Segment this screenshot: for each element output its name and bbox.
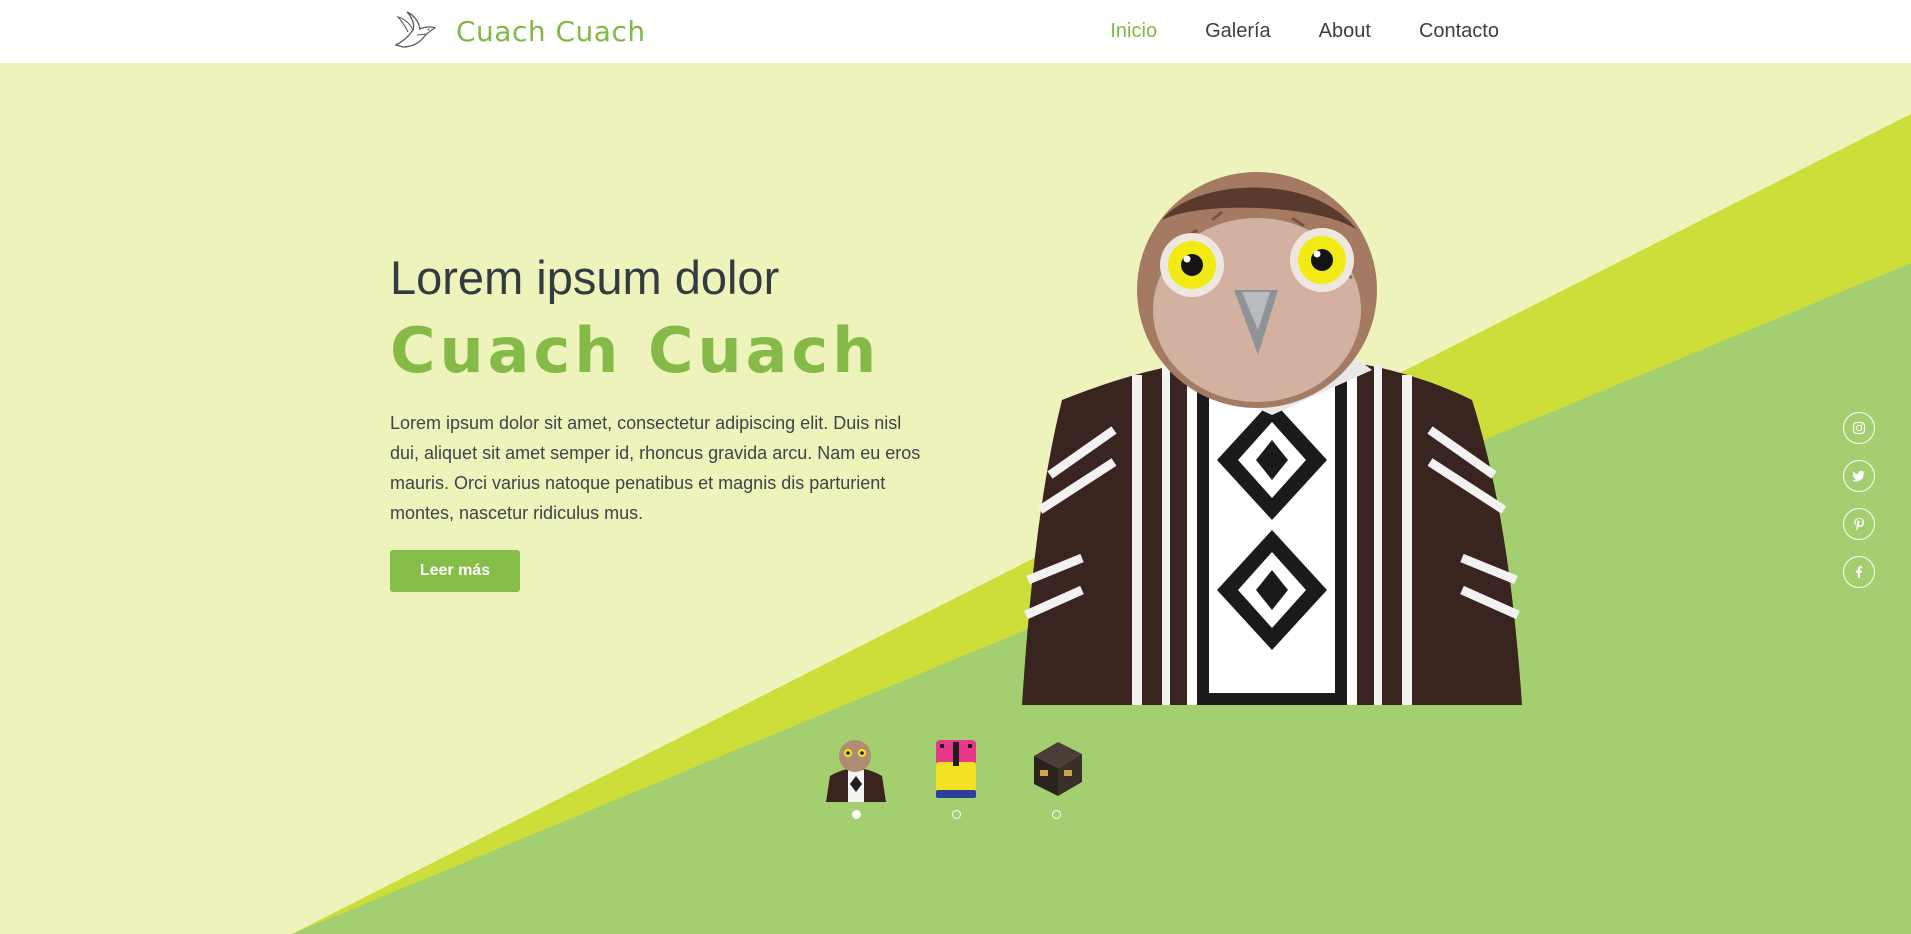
nav-link-about[interactable]: About [1319,20,1371,43]
owl-poncho-image [1022,172,1522,705]
hero-content: Lorem ipsum dolor Cuach Cuach Lorem ipsu… [390,252,930,592]
nav-link-inicio[interactable]: Inicio [1110,20,1157,43]
hero-title: Lorem ipsum dolor [390,251,780,304]
carousel-thumb-2[interactable] [924,736,988,819]
facebook-button[interactable] [1843,556,1875,588]
owl-poncho-thumbnail [826,740,886,802]
backpack-thumbnail [936,740,976,798]
nav-link-galeria[interactable]: Galería [1205,20,1271,43]
facebook-icon [1856,566,1863,578]
carousel-thumb-1[interactable] [824,736,888,819]
read-more-button[interactable]: Leer más [390,550,520,592]
carousel-thumbnails [824,736,1088,819]
header-bar: Cuach Cuach Inicio Galería About Contact… [0,0,1911,63]
carousel-dot-1[interactable] [851,810,861,819]
pinterest-button[interactable] [1843,508,1875,540]
main-nav: Inicio Galería About Contacto [1062,20,1499,43]
hero-description: Lorem ipsum dolor sit amet, consectetur … [390,413,921,523]
instagram-button[interactable] [1843,412,1875,444]
brand[interactable]: Cuach Cuach [390,8,646,54]
dark-box-thumbnail [1034,742,1082,796]
instagram-icon [1852,421,1866,435]
social-links [1843,412,1875,604]
carousel-dot-3[interactable] [1051,810,1061,819]
twitter-icon [1852,470,1865,482]
carousel-thumb-3[interactable] [1024,736,1088,819]
nav-link-contacto[interactable]: Contacto [1419,20,1499,43]
brand-name: Cuach Cuach [456,14,646,48]
hero-brand-name: Cuach Cuach [390,314,881,387]
twitter-button[interactable] [1843,460,1875,492]
carousel-dot-2[interactable] [951,810,961,819]
dove-icon [394,11,437,48]
pinterest-icon [1854,518,1865,531]
